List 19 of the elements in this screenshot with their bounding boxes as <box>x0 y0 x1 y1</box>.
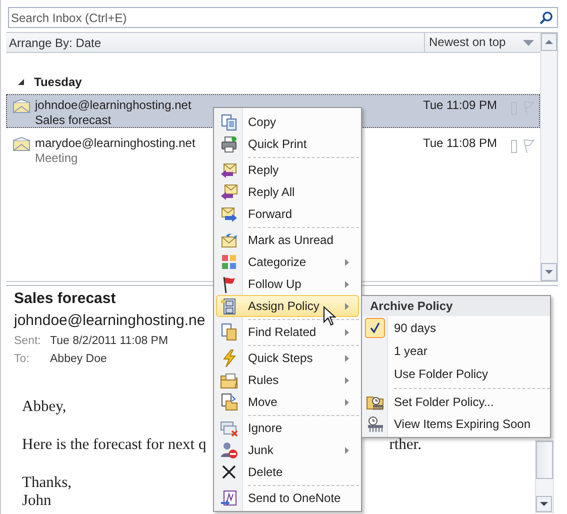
recipient-name: Abbey Doe <box>50 353 107 365</box>
sent-date: Tue 8/2/2011 11:08 PM <box>50 335 168 347</box>
body-text: John <box>22 492 52 510</box>
message-title: Sales forecast <box>14 290 116 309</box>
body-text: Here is the forecast for next q <box>22 436 206 454</box>
body-text: Abbey, <box>22 398 66 416</box>
sender-address: johndoe@learninghosting.ne <box>14 312 206 331</box>
submenu-header: Archive Policy <box>362 296 550 316</box>
received-time: Tue 11:09 PM <box>422 98 497 112</box>
received-time: Tue 11:08 PM <box>422 136 497 150</box>
sender-name: marydoe@learninghosting.net <box>35 136 196 150</box>
body-text: Thanks, <box>22 474 72 492</box>
sender-name: johndoe@learninghosting.net <box>35 98 192 112</box>
to-label: To: <box>14 353 30 365</box>
sent-label: Sent: <box>14 335 42 347</box>
body-text: rther. <box>389 436 422 454</box>
message-subject: Sales forecast <box>35 113 112 127</box>
message-subject: Meeting <box>35 151 78 165</box>
group-label: Tuesday <box>34 75 82 89</box>
